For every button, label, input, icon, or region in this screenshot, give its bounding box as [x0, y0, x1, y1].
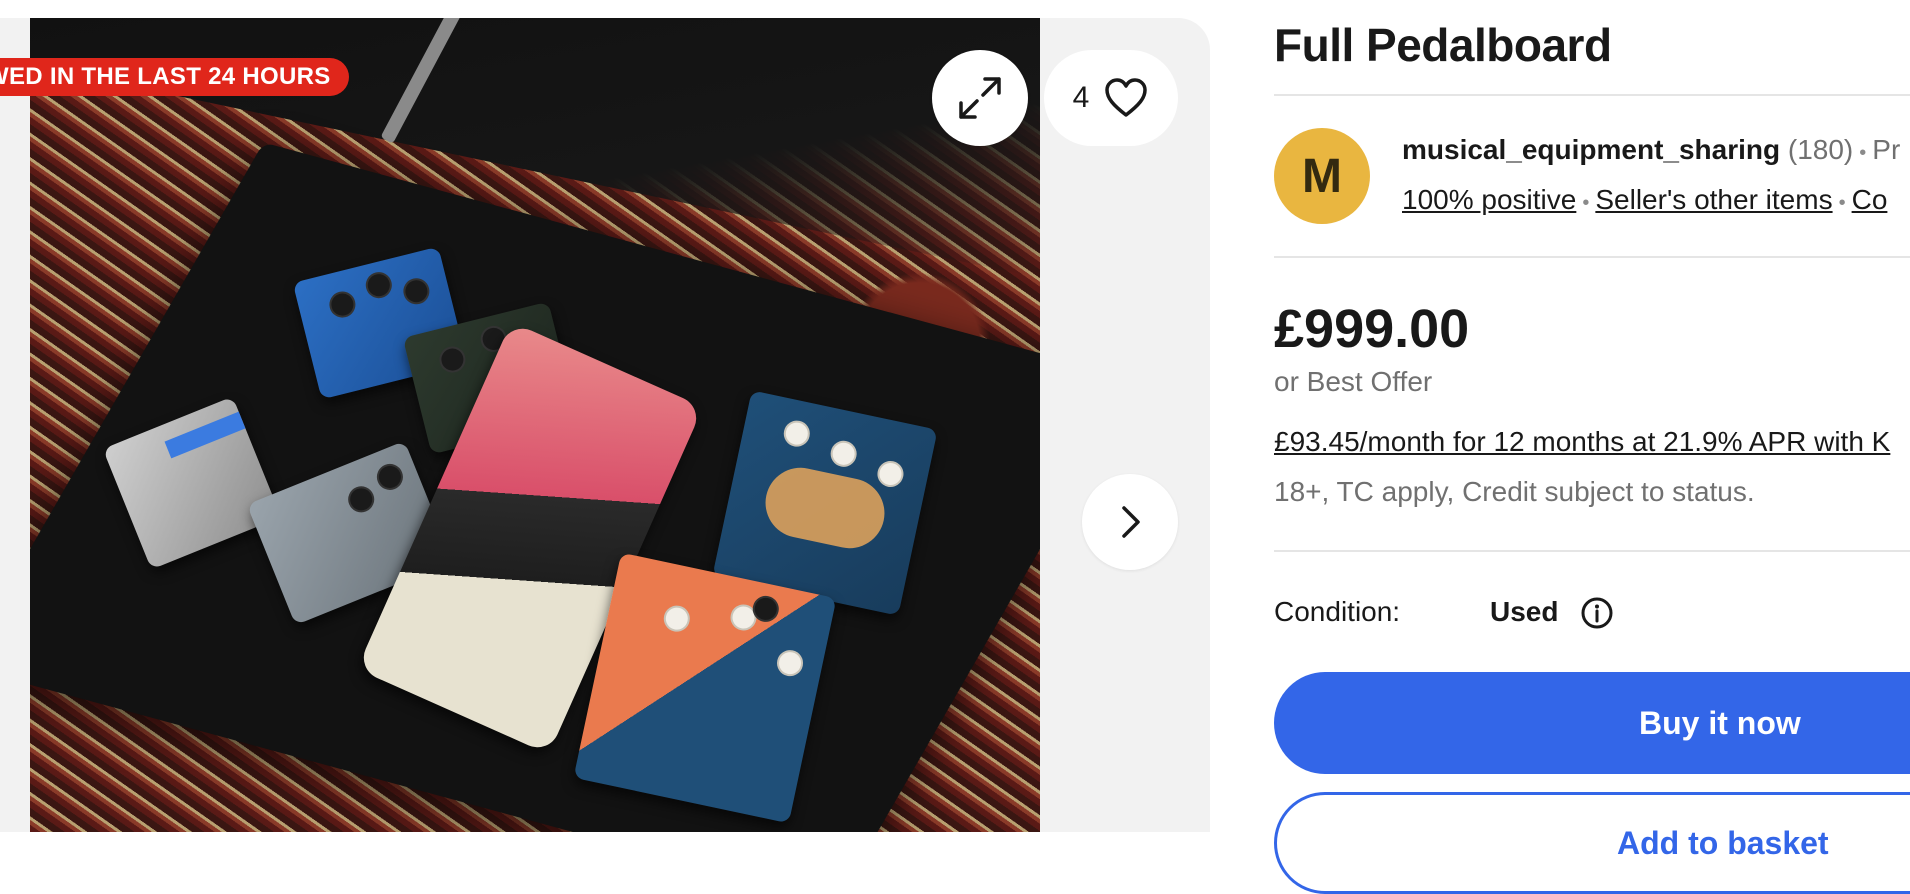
- expand-icon: [959, 77, 1001, 119]
- info-icon[interactable]: [1580, 596, 1614, 630]
- finance-offer: £93.45/month for 12 months at 21.9% APR …: [1274, 426, 1890, 458]
- seller-name[interactable]: musical_equipment_sharing: [1402, 134, 1780, 165]
- price: £999.00: [1274, 299, 1470, 359]
- finance-link[interactable]: £93.45/month for 12 months at 21.9% APR …: [1274, 426, 1890, 457]
- expand-image-button[interactable]: [932, 50, 1028, 146]
- separator-dot: •: [1859, 142, 1867, 164]
- credit-note: 18+, TC apply, Credit subject to status.: [1274, 476, 1755, 507]
- listing-photo[interactable]: [30, 18, 1040, 832]
- watch-count: 4: [1072, 81, 1090, 114]
- photo-pedal: [573, 552, 837, 824]
- divider: [1274, 94, 1910, 96]
- listing-title: Full Pedalboard: [1274, 19, 1612, 71]
- heart-icon: [1105, 78, 1148, 117]
- image-gallery: WED IN THE LAST 24 HOURS 4: [0, 18, 1210, 832]
- chevron-right-icon: [1122, 506, 1140, 538]
- separator-dot: •: [1582, 192, 1590, 214]
- condition-value: Used: [1490, 596, 1559, 627]
- badge-text: WED IN THE LAST 24 HOURS: [0, 63, 331, 90]
- divider: [1274, 550, 1910, 552]
- seller-trailing-text: Pr: [1872, 134, 1901, 165]
- divider: [1274, 256, 1910, 258]
- positive-feedback-link[interactable]: 100% positive: [1402, 184, 1576, 215]
- seller-info: musical_equipment_sharing (180) • Pr: [1402, 134, 1900, 166]
- recently-viewed-badge: WED IN THE LAST 24 HOURS: [0, 58, 349, 96]
- seller-feedback-count[interactable]: (180): [1788, 134, 1853, 165]
- avatar-letter: M: [1302, 149, 1342, 203]
- best-offer-text: or Best Offer: [1274, 366, 1433, 397]
- watchlist-button[interactable]: 4: [1044, 50, 1178, 146]
- seller-other-items-link[interactable]: Seller's other items: [1595, 184, 1832, 215]
- buy-it-now-button[interactable]: Buy it now: [1274, 672, 1910, 774]
- seller-avatar[interactable]: M: [1274, 128, 1370, 224]
- condition-label: Condition:: [1274, 596, 1401, 627]
- contact-seller-link[interactable]: Co: [1852, 184, 1888, 215]
- add-to-basket-label: Add to basket: [1617, 825, 1829, 861]
- seller-links: 100% positive • Seller's other items • Co: [1402, 184, 1887, 216]
- next-image-button[interactable]: [1082, 474, 1178, 570]
- separator-dot: •: [1838, 192, 1846, 214]
- buy-it-now-label: Buy it now: [1639, 704, 1801, 741]
- add-to-basket-button[interactable]: Add to basket: [1274, 792, 1910, 894]
